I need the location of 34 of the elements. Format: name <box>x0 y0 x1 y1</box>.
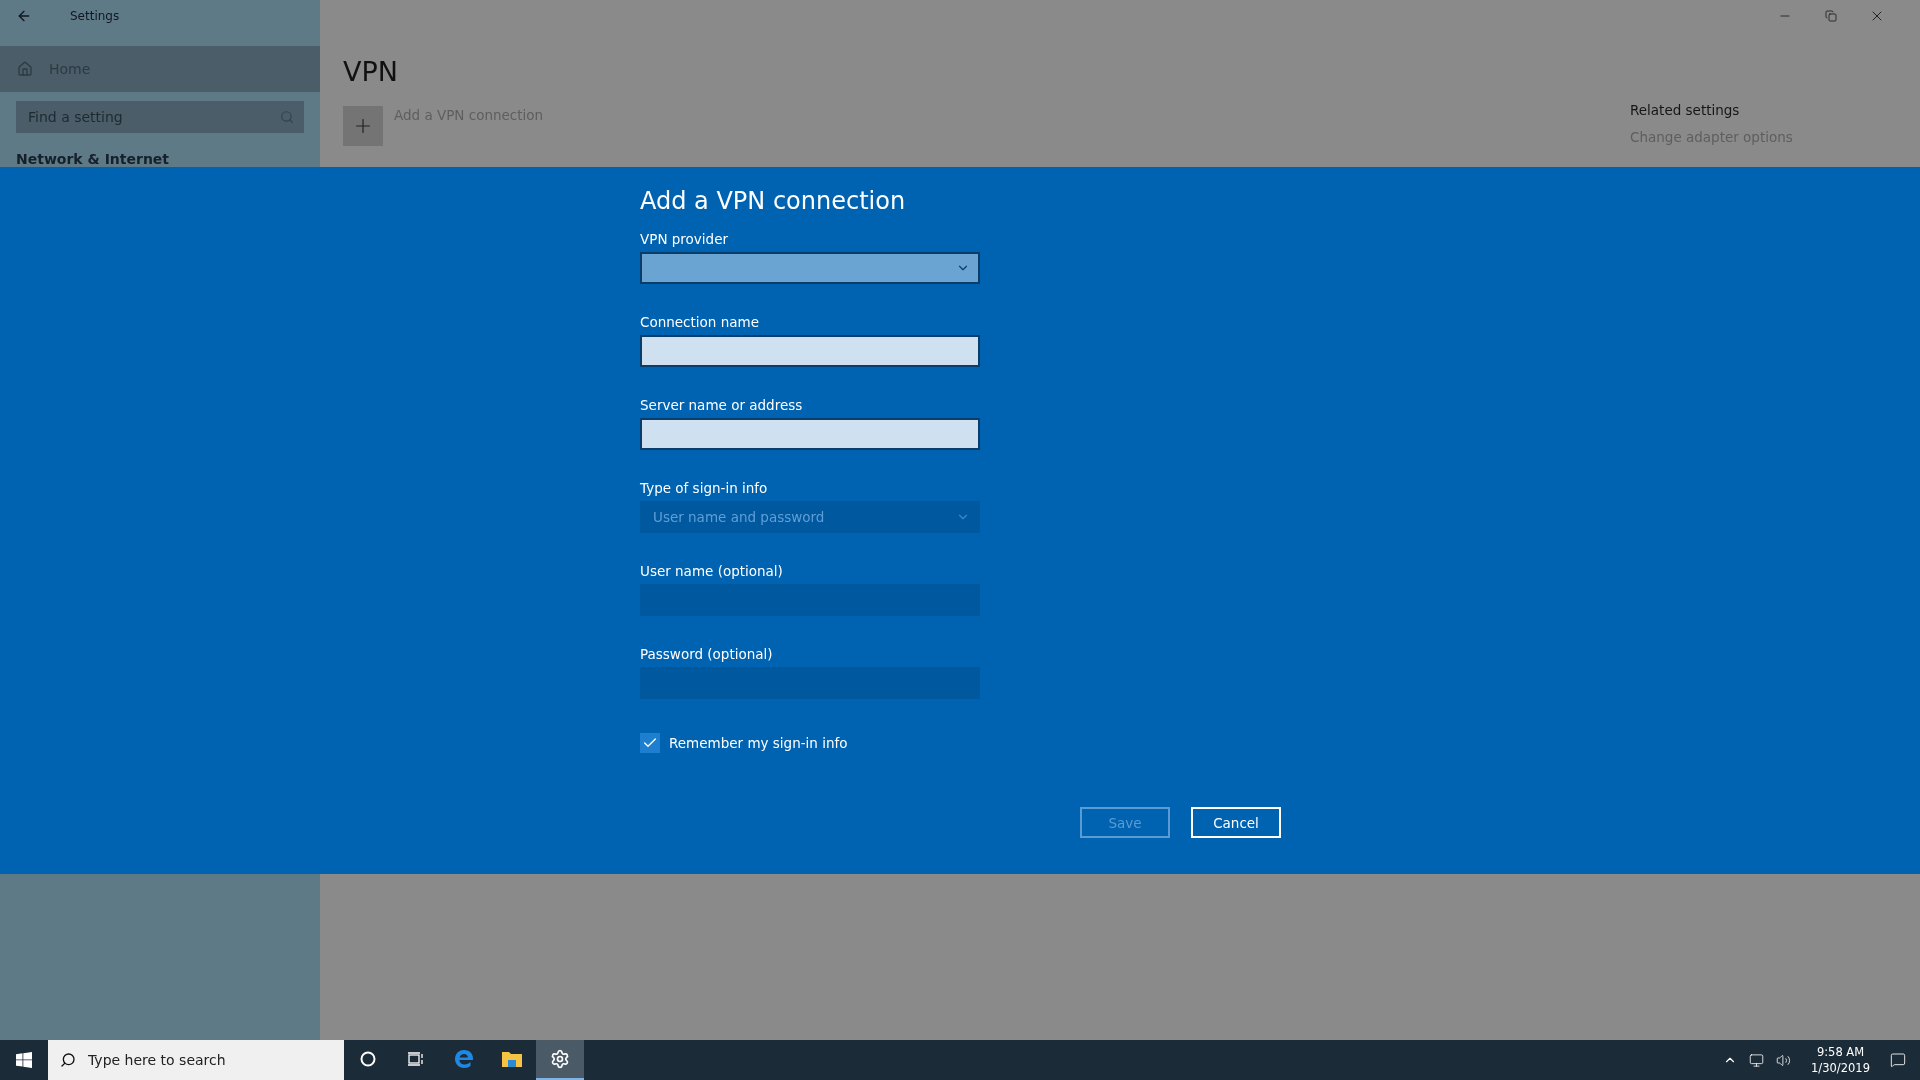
field-label: Type of sign-in info <box>640 480 769 496</box>
field-label: Server name or address <box>640 397 804 413</box>
section-heading: Network & Internet <box>16 151 171 167</box>
checkbox-label: Remember my sign-in info <box>669 735 848 751</box>
monitor-icon <box>1749 1052 1765 1068</box>
window-title: Settings <box>70 9 120 24</box>
folder-icon <box>501 1050 523 1068</box>
volume-icon <box>1776 1052 1792 1068</box>
edge-icon <box>453 1048 475 1070</box>
search-icon <box>280 110 294 124</box>
dialog-button[interactable]: Cancel <box>1191 807 1281 838</box>
clock[interactable]: 9:58 AM 1/30/2019 <box>1801 1044 1880 1076</box>
field-label: Password (optional) <box>640 646 774 662</box>
related-settings-heading: Related settings <box>1630 102 1740 118</box>
input-field[interactable] <box>640 418 980 450</box>
taskbar-search-field[interactable]: Type here to search <box>48 1040 344 1080</box>
restore-icon <box>1825 10 1837 22</box>
home-icon <box>17 61 33 78</box>
field-label: User name (optional) <box>640 563 784 579</box>
field-label: VPN provider <box>640 231 729 247</box>
notifications-button[interactable] <box>1888 1052 1908 1068</box>
dialog-title: Add a VPN connection <box>640 187 906 215</box>
taskbar-app-button[interactable] <box>536 1040 584 1080</box>
field-label: Connection name <box>640 314 760 330</box>
page-title: VPN <box>343 56 399 87</box>
windows-logo-icon <box>16 1052 32 1068</box>
message-icon <box>1890 1052 1906 1068</box>
checkbox[interactable] <box>640 733 660 753</box>
task-view-icon <box>407 1051 425 1067</box>
search-icon <box>60 1052 76 1068</box>
gear-icon <box>550 1049 570 1069</box>
circle-icon <box>360 1051 376 1067</box>
input-field[interactable] <box>640 335 980 367</box>
dropdown-field[interactable] <box>640 252 980 284</box>
